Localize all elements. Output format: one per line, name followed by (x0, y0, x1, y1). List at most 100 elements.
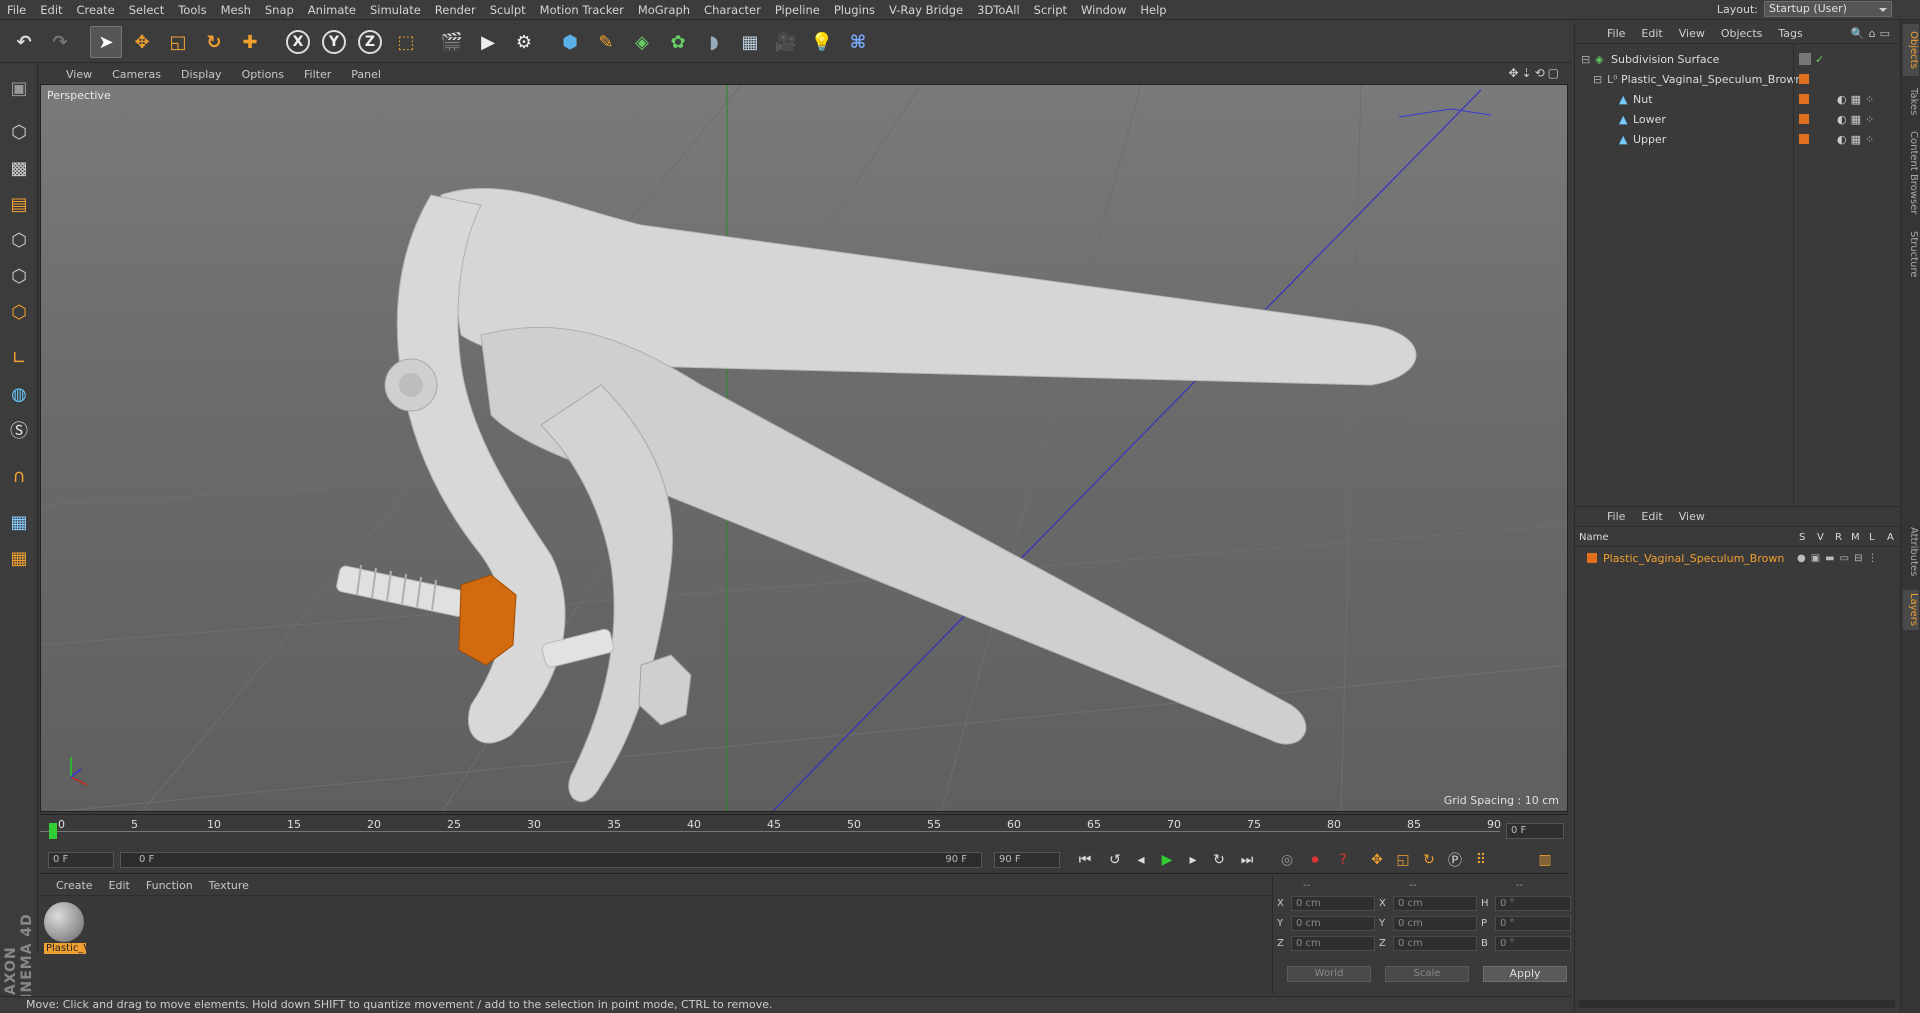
layer-color-swatch[interactable] (1799, 114, 1809, 124)
material-menu-create[interactable]: Create (40, 879, 101, 892)
rotation-p-field[interactable]: 0 ° (1495, 916, 1571, 931)
render-picture-viewer-icon[interactable]: ▶ (472, 26, 504, 58)
edit-render-settings-icon[interactable]: ⚙ (508, 26, 540, 58)
menu-window[interactable]: Window (1074, 3, 1133, 17)
key-scale-icon[interactable]: ◱ (1392, 850, 1414, 870)
menu-render[interactable]: Render (428, 3, 483, 17)
object-row-speculum[interactable]: ⊟ L⁰ Plastic_Vaginal_Speculum_Brown (1575, 70, 1900, 88)
menu-create[interactable]: Create (70, 3, 122, 17)
menu-select[interactable]: Select (122, 3, 171, 17)
move-icon[interactable]: ✥ (126, 26, 158, 58)
apply-button[interactable]: Apply (1483, 966, 1567, 982)
menu-tools[interactable]: Tools (171, 3, 213, 17)
undo-icon[interactable]: ↶ (8, 26, 40, 58)
previous-frame-icon[interactable]: ◂ (1130, 850, 1152, 870)
perspective-viewport[interactable]: Perspective Grid Spacing : 10 cm (40, 84, 1568, 812)
obj-menu-objects[interactable]: Objects (1713, 27, 1771, 40)
redo-icon[interactable]: ↷ (44, 26, 76, 58)
viewport-menu-display[interactable]: Display (171, 68, 232, 81)
polygons-mode-icon[interactable]: ⬡ (3, 296, 35, 328)
render-view-icon[interactable]: 🎬 (436, 26, 468, 58)
viewport-nav-icons[interactable]: ✥⇣⟲▢ (1508, 66, 1562, 80)
menu-3dtoall[interactable]: 3DToAll (970, 3, 1027, 17)
obj-menu-edit[interactable]: Edit (1633, 27, 1670, 40)
axis-mode-icon[interactable]: ∟ (3, 342, 35, 374)
object-tags[interactable]: ◐▦⁘ (1837, 93, 1878, 106)
position-y-field[interactable]: 0 cm (1291, 916, 1375, 931)
key-parameter-icon[interactable]: Ⓟ (1444, 850, 1466, 870)
rotate-icon[interactable]: ↻ (198, 26, 230, 58)
menu-mograph[interactable]: MoGraph (631, 3, 697, 17)
x-axis-icon[interactable]: X (282, 26, 314, 58)
size-x-field[interactable]: 0 cm (1393, 896, 1477, 911)
viewport-menu-view[interactable]: View (40, 68, 102, 81)
menu-pipeline[interactable]: Pipeline (768, 3, 827, 17)
object-tags[interactable]: ◐▦⁘ (1837, 113, 1878, 126)
collapse-icon[interactable]: ⊟ (1581, 53, 1595, 66)
make-editable-icon[interactable]: ▣ (3, 72, 35, 104)
key-position-icon[interactable]: ✥ (1366, 850, 1388, 870)
playhead[interactable] (49, 823, 57, 839)
menu-simulate[interactable]: Simulate (363, 3, 428, 17)
collapse-icon[interactable]: ⊟ (1593, 73, 1607, 86)
menu-help[interactable]: Help (1133, 3, 1173, 17)
workplane-lock-icon[interactable]: ▦ (3, 506, 35, 538)
pen-spline-icon[interactable]: ✎ (590, 26, 622, 58)
menu-vray-bridge[interactable]: V-Ray Bridge (882, 3, 970, 17)
layer-toggle-icons[interactable]: ●▣▬▭⊟⋮ (1797, 553, 1882, 564)
autokey-icon[interactable]: ⏺ (1304, 850, 1326, 870)
record-keys-icon[interactable]: ◎ (1276, 850, 1298, 870)
coordinate-system-icon[interactable]: ⬚ (390, 26, 422, 58)
tab-attributes[interactable]: Attributes (1903, 520, 1919, 584)
y-axis-icon[interactable]: Y (318, 26, 350, 58)
go-to-end-icon[interactable]: ⏭ (1236, 850, 1258, 870)
camera-icon[interactable]: 🎥 (770, 26, 802, 58)
visibility-toggle[interactable] (1799, 53, 1811, 65)
layer-row[interactable]: Plastic_Vaginal_Speculum_Brown ●▣▬▭⊟⋮ (1575, 549, 1900, 567)
snapping-icon[interactable]: Ⓢ (3, 414, 35, 446)
cube-icon[interactable]: ⬢ (554, 26, 586, 58)
layer-name[interactable]: Plastic_Vaginal_Speculum_Brown (1603, 552, 1784, 565)
menu-plugins[interactable]: Plugins (827, 3, 882, 17)
model-mode-icon[interactable]: ⬡ (3, 116, 35, 148)
object-row-lower[interactable]: ▲ Lower ◐▦⁘ (1575, 110, 1900, 128)
menu-mesh[interactable]: Mesh (214, 3, 258, 17)
tab-layers[interactable]: Layers (1903, 590, 1919, 630)
viewport-menu-filter[interactable]: Filter (294, 68, 341, 81)
size-z-field[interactable]: 0 cm (1393, 936, 1477, 951)
texture-mode-icon[interactable]: ▩ (3, 152, 35, 184)
obj-menu-file[interactable]: File (1599, 27, 1633, 40)
menu-animate[interactable]: Animate (301, 3, 363, 17)
timeline-window-icon[interactable]: ▥ (1534, 850, 1556, 870)
tab-takes[interactable]: Takes (1903, 82, 1919, 122)
menu-file[interactable]: File (0, 3, 33, 17)
viewport-menu-panel[interactable]: Panel (341, 68, 391, 81)
menu-script[interactable]: Script (1027, 3, 1074, 17)
key-pla-icon[interactable]: ⠿ (1470, 850, 1492, 870)
points-mode-icon[interactable]: ⬡ (3, 224, 35, 256)
enabled-check-icon[interactable]: ✓ (1815, 53, 1824, 66)
magnet-icon[interactable]: ∩ (3, 460, 35, 492)
material-menu-function[interactable]: Function (138, 879, 201, 892)
menu-motion-tracker[interactable]: Motion Tracker (533, 3, 631, 17)
object-row-upper[interactable]: ▲ Upper ◐▦⁘ (1575, 130, 1900, 148)
go-to-start-icon[interactable]: ⏮ (1074, 850, 1096, 870)
obj-menu-tags[interactable]: Tags (1770, 27, 1810, 40)
size-y-field[interactable]: 0 cm (1393, 916, 1477, 931)
python-icon[interactable]: ⌘ (842, 26, 874, 58)
object-row-nut[interactable]: ▲ Nut ◐▦⁘ (1575, 90, 1900, 108)
deformer-icon[interactable]: ◗ (698, 26, 730, 58)
viewport-menu-options[interactable]: Options (232, 68, 294, 81)
array-mograph-icon[interactable]: ✿ (662, 26, 694, 58)
menu-sculpt[interactable]: Sculpt (483, 3, 533, 17)
menu-edit[interactable]: Edit (33, 3, 69, 17)
obj-search-icons[interactable]: 🔍⌂▭ (1851, 27, 1900, 40)
layer-menu-file[interactable]: File (1599, 510, 1633, 523)
tab-content-browser[interactable]: Content Browser (1903, 128, 1919, 218)
timeline-ruler[interactable]: 0 5 10 15 20 25 30 35 40 45 50 55 60 65 … (40, 814, 1568, 846)
tweak-mode-icon[interactable]: ◍ (3, 378, 35, 410)
material-menu-texture[interactable]: Texture (201, 879, 257, 892)
end-frame-field[interactable]: 90 F (994, 852, 1060, 868)
coord-scale-dropdown[interactable]: Scale (1385, 966, 1469, 982)
floor-environment-icon[interactable]: ▦ (734, 26, 766, 58)
